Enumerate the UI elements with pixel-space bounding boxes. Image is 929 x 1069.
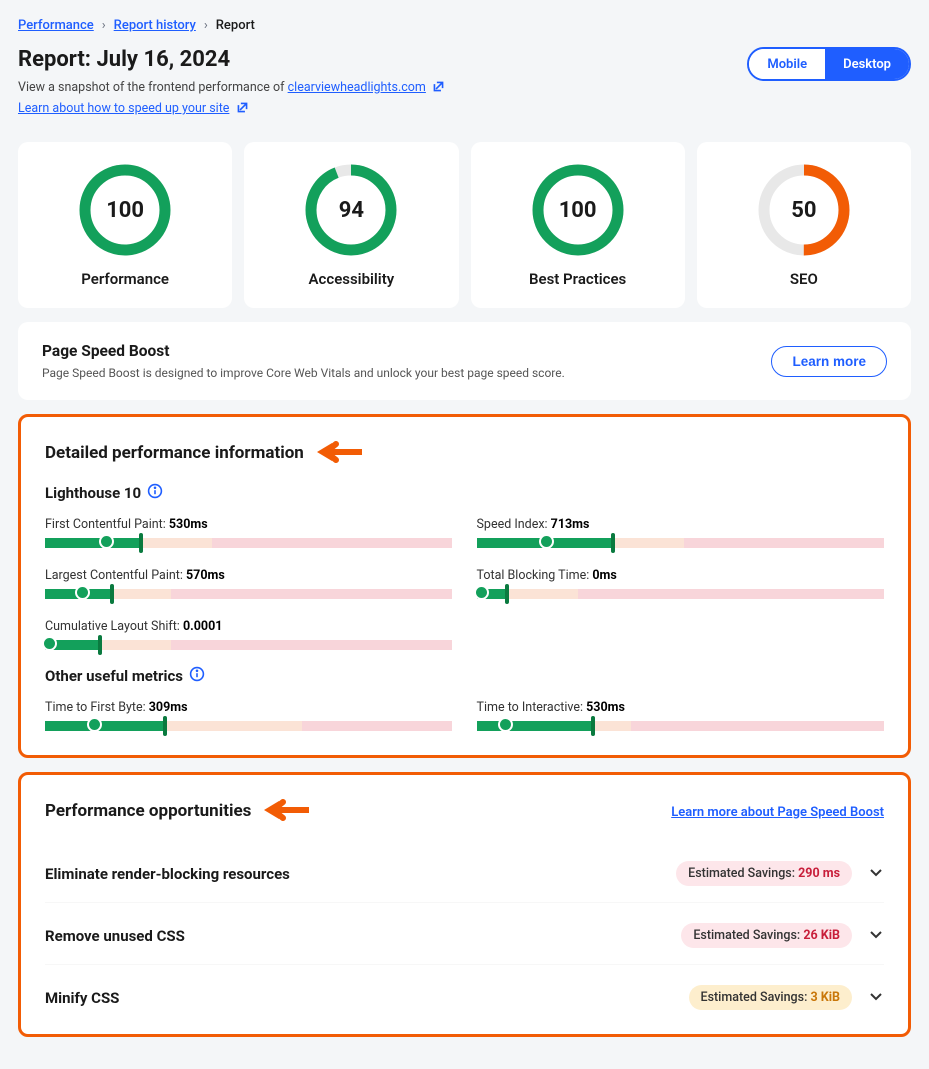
opportunity-title: Minify CSS [45, 989, 119, 1007]
breadcrumb-current: Report [216, 18, 255, 33]
external-link-icon [432, 80, 445, 97]
score-ring: 100 [532, 164, 624, 256]
chevron-down-icon[interactable] [868, 926, 884, 946]
score-ring: 94 [305, 164, 397, 256]
score-card: 100 Best Practices [471, 142, 685, 308]
metric: Total Blocking Time: 0ms [477, 568, 885, 599]
score-label: Performance [81, 270, 169, 288]
arrow-left-icon [316, 441, 362, 467]
breadcrumb-report-history[interactable]: Report history [114, 18, 196, 33]
metric-marker-icon [87, 717, 102, 732]
opportunity-row[interactable]: Eliminate render-blocking resources Esti… [45, 841, 884, 886]
score-ring: 100 [79, 164, 171, 256]
metric-marker-icon [539, 534, 554, 549]
other-metrics-subhead: Other useful metrics [45, 666, 884, 686]
chevron-right-icon: › [204, 18, 208, 33]
metric-label: Largest Contentful Paint: 570ms [45, 568, 453, 583]
savings-badge: Estimated Savings: 3 KiB [689, 985, 852, 1010]
score-label: SEO [790, 270, 818, 288]
metric-label: First Contentful Paint: 530ms [45, 517, 453, 532]
metric: Cumulative Layout Shift: 0.0001 [45, 619, 453, 650]
score-card: 94 Accessibility [244, 142, 458, 308]
chevron-down-icon[interactable] [868, 988, 884, 1008]
metric-marker-icon [474, 585, 489, 600]
score-value: 100 [532, 164, 624, 256]
metric-label: Cumulative Layout Shift: 0.0001 [45, 619, 453, 634]
metric-bar [45, 640, 453, 650]
chevron-down-icon[interactable] [868, 864, 884, 884]
score-card: 50 SEO [697, 142, 911, 308]
toggle-desktop[interactable]: Desktop [825, 49, 909, 79]
score-label: Best Practices [529, 270, 626, 288]
opportunity-title: Remove unused CSS [45, 927, 185, 945]
savings-badge: Estimated Savings: 290 ms [676, 861, 852, 886]
info-icon[interactable] [147, 483, 163, 503]
metric-bar [477, 538, 885, 548]
toggle-mobile[interactable]: Mobile [749, 49, 825, 79]
lighthouse-subhead: Lighthouse 10 [45, 483, 884, 503]
metric: Time to Interactive: 530ms [477, 700, 885, 731]
metric: Largest Contentful Paint: 570ms [45, 568, 453, 599]
other-metrics-label: Other useful metrics [45, 667, 183, 685]
external-link-icon [236, 101, 249, 118]
device-toggle: Mobile Desktop [747, 47, 911, 81]
metric: First Contentful Paint: 530ms [45, 517, 453, 548]
metric-label: Total Blocking Time: 0ms [477, 568, 885, 583]
metric-bar [45, 721, 453, 731]
detailed-performance-card: Detailed performance information Lightho… [18, 414, 911, 758]
breadcrumb-performance[interactable]: Performance [18, 18, 94, 33]
performance-opportunities-card: Performance opportunities Learn more abo… [18, 772, 911, 1037]
detail-heading: Detailed performance information [45, 443, 304, 463]
metric-marker-icon [75, 585, 90, 600]
metric-marker-icon [498, 717, 513, 732]
learn-more-button[interactable]: Learn more [771, 346, 887, 377]
page-speed-boost-card: Page Speed Boost Page Speed Boost is des… [18, 322, 911, 400]
score-label: Accessibility [309, 270, 395, 288]
site-link[interactable]: clearviewheadlights.com [288, 80, 426, 95]
page-title: Report: July 16, 2024 [18, 47, 445, 72]
metric-marker-icon [42, 636, 57, 651]
learn-boost-link[interactable]: Learn more about Page Speed Boost [671, 805, 884, 820]
page-subtitle: View a snapshot of the frontend performa… [18, 80, 445, 97]
chevron-right-icon: › [102, 18, 106, 33]
score-ring: 50 [758, 164, 850, 256]
arrow-left-icon [263, 799, 309, 825]
metric-bar [477, 721, 885, 731]
score-value: 100 [79, 164, 171, 256]
score-value: 50 [758, 164, 850, 256]
boost-title: Page Speed Boost [42, 342, 565, 360]
score-card: 100 Performance [18, 142, 232, 308]
opportunity-row[interactable]: Minify CSS Estimated Savings: 3 KiB [45, 964, 884, 1010]
opportunity-title: Eliminate render-blocking resources [45, 865, 290, 883]
info-icon[interactable] [189, 666, 205, 686]
ops-heading: Performance opportunities [45, 801, 251, 821]
metric-bar [477, 589, 885, 599]
metric-label: Time to Interactive: 530ms [477, 700, 885, 715]
learn-speed-link[interactable]: Learn about how to speed up your site [18, 101, 229, 116]
breadcrumb: Performance › Report history › Report [18, 18, 911, 33]
metric-bar [45, 538, 453, 548]
metric: Time to First Byte: 309ms [45, 700, 453, 731]
subtitle-prefix: View a snapshot of the frontend performa… [18, 80, 285, 95]
savings-badge: Estimated Savings: 26 KiB [681, 923, 852, 948]
metric-label: Time to First Byte: 309ms [45, 700, 453, 715]
metric: Speed Index: 713ms [477, 517, 885, 548]
metric-label: Speed Index: 713ms [477, 517, 885, 532]
score-value: 94 [305, 164, 397, 256]
opportunity-row[interactable]: Remove unused CSS Estimated Savings: 26 … [45, 902, 884, 948]
metric-bar [45, 589, 453, 599]
boost-desc: Page Speed Boost is designed to improve … [42, 366, 565, 380]
lighthouse-label: Lighthouse 10 [45, 484, 141, 502]
